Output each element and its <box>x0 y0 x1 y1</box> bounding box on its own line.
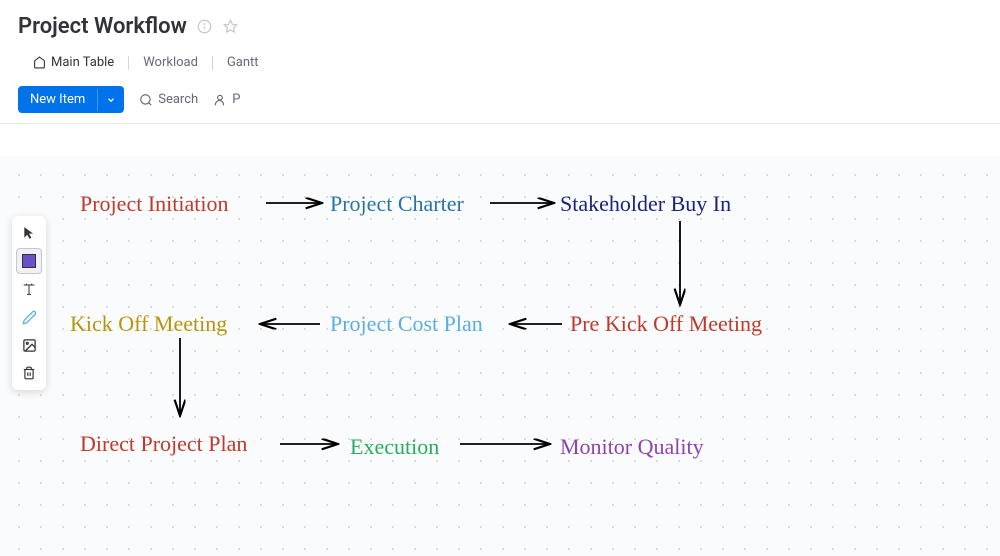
tool-delete[interactable] <box>16 360 42 386</box>
new-item-button[interactable]: New Item <box>18 86 124 113</box>
diagram-node[interactable]: Project Cost Plan <box>330 311 483 337</box>
home-icon <box>32 56 46 70</box>
info-icon[interactable] <box>197 19 213 35</box>
search-icon <box>138 92 153 107</box>
whiteboard-canvas[interactable]: Project Initiation Project Charter Stakeho… <box>0 156 1000 556</box>
star-icon[interactable] <box>223 19 239 35</box>
diagram-node[interactable]: Project Initiation <box>80 191 228 217</box>
tool-text[interactable] <box>16 276 42 302</box>
diagram-node[interactable]: Monitor Quality <box>560 434 704 460</box>
tool-palette <box>12 216 46 390</box>
diagram-node[interactable]: Direct Project Plan <box>80 431 247 457</box>
new-item-dropdown[interactable] <box>97 89 124 111</box>
tab-gantt[interactable]: Gantt <box>213 49 273 76</box>
new-item-label[interactable]: New Item <box>18 86 97 113</box>
tool-shape[interactable] <box>16 248 42 274</box>
diagram-node[interactable]: Pre Kick Off Meeting <box>570 311 762 337</box>
tab-main-table[interactable]: Main Table <box>18 49 128 76</box>
diagram-node[interactable]: Kick Off Meeting <box>70 311 227 337</box>
search-label: Search <box>158 92 198 107</box>
tab-label: Workload <box>143 55 198 70</box>
person-label: P <box>232 92 240 107</box>
tab-label: Gantt <box>227 55 259 70</box>
tool-image[interactable] <box>16 332 42 358</box>
person-icon <box>212 92 227 107</box>
person-filter-button[interactable]: P <box>212 92 240 107</box>
tab-workload[interactable]: Workload <box>129 49 212 76</box>
search-button[interactable]: Search <box>138 92 198 107</box>
diagram-node[interactable]: Project Charter <box>330 191 464 217</box>
diagram-node[interactable]: Execution <box>350 434 439 460</box>
tool-pointer[interactable] <box>16 220 42 246</box>
page-title: Project Workflow <box>18 14 187 39</box>
diagram-node[interactable]: Stakeholder Buy In <box>560 191 731 217</box>
tool-pencil[interactable] <box>16 304 42 330</box>
square-icon <box>22 254 36 268</box>
tab-label: Main Table <box>51 55 114 70</box>
